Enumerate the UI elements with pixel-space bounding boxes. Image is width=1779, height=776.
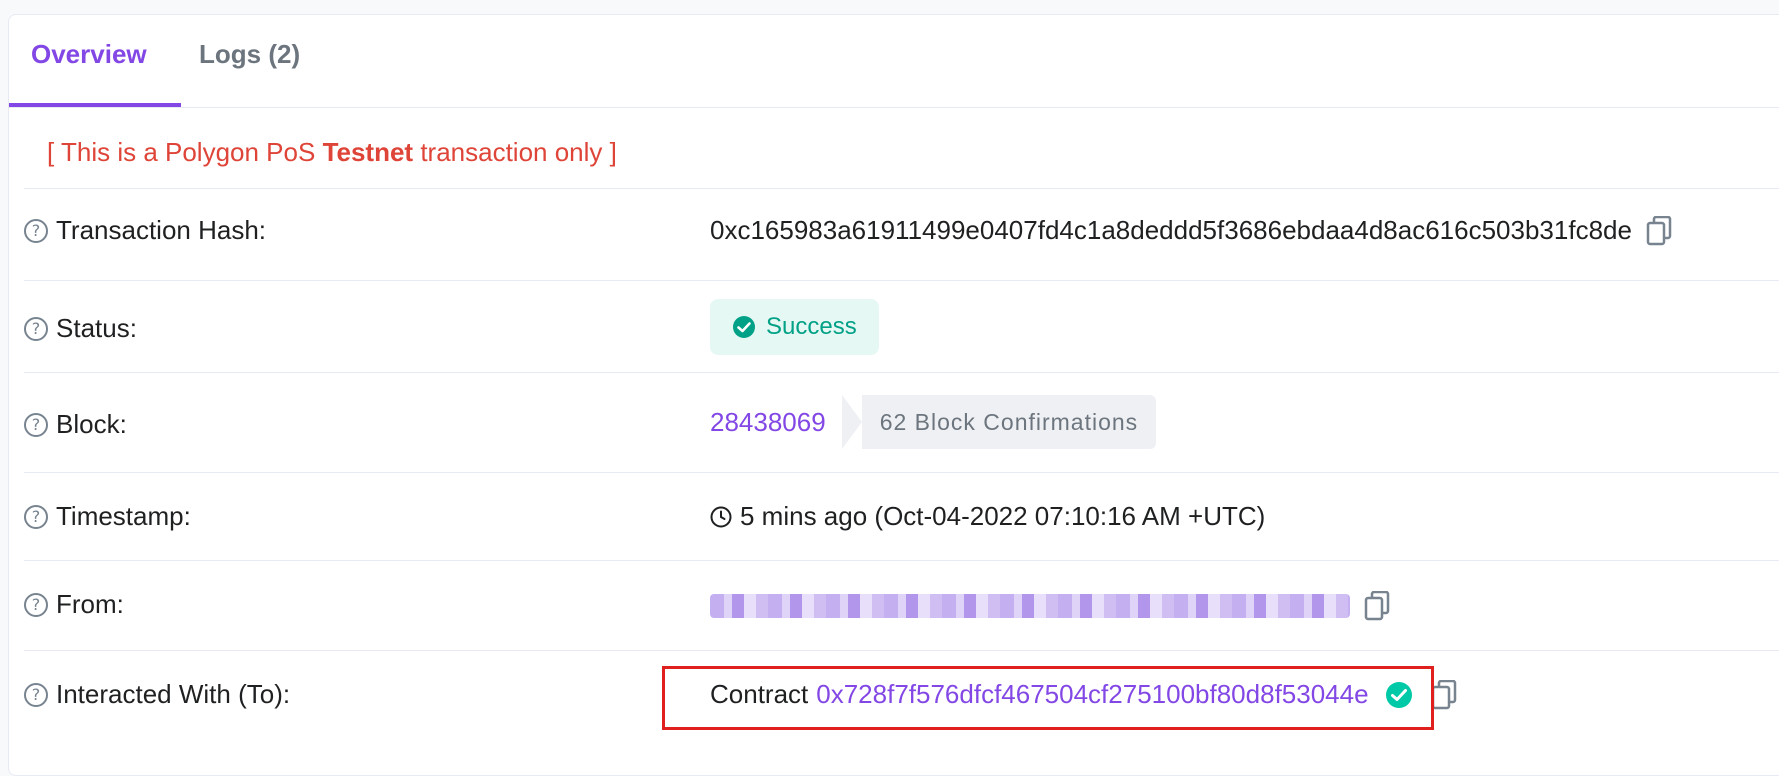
label-text: Transaction Hash: [56,215,267,245]
testnet-notice-suffix: transaction only ] [413,137,617,167]
transaction-hash-text: 0xc165983a61911499e0407fd4c1a8deddd5f368… [710,215,1632,245]
contract-highlight-box [662,666,1434,730]
testnet-notice: [ This is a Polygon PoS Testnet transact… [47,137,617,168]
label-from: ? From: [24,589,124,620]
status-text: Success [766,313,857,340]
question-circle-icon[interactable]: ? [24,412,48,437]
label-timestamp: ? Timestamp: [24,501,191,532]
clock-icon [710,506,732,527]
testnet-notice-bold: Testnet [322,137,414,167]
label-text: From: [56,589,124,619]
question-circle-icon[interactable]: ? [24,504,48,529]
row-status: ? Status: Success [24,280,1779,373]
row-timestamp: ? Timestamp: 5 mins ago (Oct-04-2022 07:… [24,472,1779,561]
value-transaction-hash: 0xc165983a61911499e0407fd4c1a8deddd5f368… [710,215,1672,246]
timestamp-text: 5 mins ago (Oct-04-2022 07:10:16 AM +UTC… [740,501,1266,531]
value-block: 28438069 62 Block Confirmations [710,395,1157,449]
testnet-notice-prefix: [ This is a Polygon PoS [47,137,323,167]
from-address-redacted[interactable] [710,594,1350,618]
copy-icon[interactable] [1364,591,1390,621]
question-circle-icon[interactable]: ? [24,316,48,341]
label-text: Block: [56,409,127,439]
question-circle-icon[interactable]: ? [24,682,48,707]
label-text: Timestamp: [56,501,191,531]
block-confirmations-badge: 62 Block Confirmations [841,395,1157,449]
label-interacted-with: ? Interacted With (To): [24,679,290,710]
block-number-link[interactable]: 28438069 [710,407,826,438]
label-text: Status: [56,313,137,343]
label-status: ? Status: [24,313,137,344]
value-status: Success [710,299,879,355]
label-block: ? Block: [24,409,127,440]
status-badge: Success [710,299,879,355]
label-transaction-hash: ? Transaction Hash: [24,215,266,246]
row-from: ? From: [24,560,1779,651]
value-timestamp: 5 mins ago (Oct-04-2022 07:10:16 AM +UTC… [710,501,1265,532]
label-text: Interacted With (To): [56,679,291,709]
question-circle-icon[interactable]: ? [24,218,48,243]
tab-bar: Overview Logs (2) [9,15,1779,108]
question-circle-icon[interactable]: ? [24,592,48,617]
value-from [710,591,1390,621]
row-transaction-hash: ? Transaction Hash: 0xc165983a61911499e0… [24,188,1779,281]
tab-overview[interactable]: Overview [31,15,147,107]
check-circle-icon [733,316,755,338]
active-tab-indicator [9,103,181,107]
copy-icon[interactable] [1431,679,1457,710]
row-block: ? Block: 28438069 62 Block Confirmations [24,372,1779,473]
tab-logs[interactable]: Logs (2) [199,15,300,107]
copy-icon[interactable] [1646,215,1672,246]
